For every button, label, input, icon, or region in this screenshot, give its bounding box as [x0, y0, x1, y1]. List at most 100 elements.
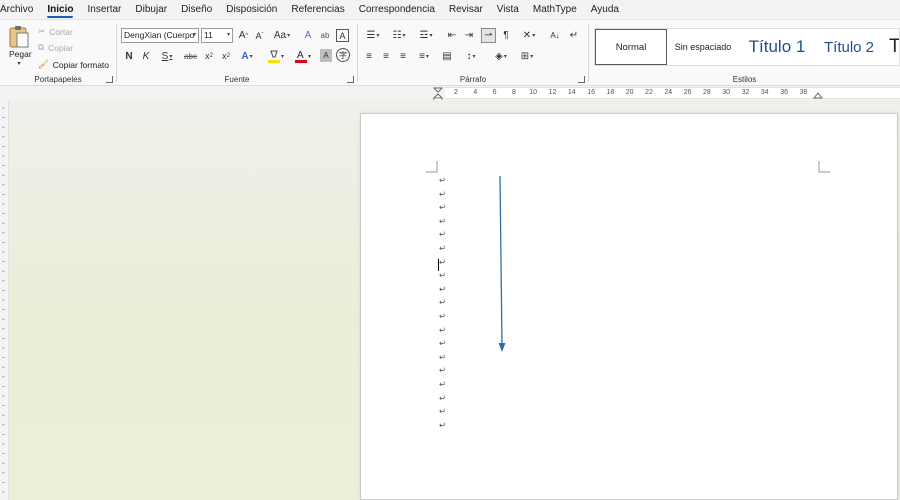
style-normal[interactable]: Normal — [595, 29, 667, 65]
decrease-indent-icon[interactable]: ⇤ — [445, 28, 459, 43]
font-launcher-icon[interactable]: . — [347, 76, 354, 83]
paragraph-mark: ↵ — [439, 298, 447, 309]
font-name-combo[interactable]: DengXian (Cuerpo ▾ — [121, 28, 199, 43]
ruler-label: 4 — [473, 89, 478, 96]
right-indent-marker-icon[interactable] — [813, 89, 823, 99]
ruler-label: 24 — [664, 89, 673, 96]
ruler-label: 38 — [799, 89, 808, 96]
text-effects-icon[interactable]: A ▾ — [237, 49, 257, 63]
chinese-layout-icon[interactable]: ✕ ▾ — [518, 28, 540, 43]
multilevel-list-icon[interactable]: ☲ ▾ — [415, 28, 437, 43]
style-heading-1[interactable]: Título 1 — [739, 29, 815, 65]
align-left-icon[interactable]: ≡ — [362, 49, 376, 63]
paragraph-mark: ↵ — [439, 257, 447, 268]
paragraph-mark: ↵ — [439, 325, 447, 336]
paragraph-launcher-icon[interactable]: . — [578, 76, 585, 83]
sort-icon[interactable]: A↓ — [548, 28, 562, 43]
font-name-value: DengXian (Cuerpo — [124, 30, 195, 40]
font-size-combo[interactable]: 11 ▾ — [201, 28, 233, 43]
paragraph-mark: ↵ — [439, 312, 447, 322]
tab-correspondencia[interactable]: Correspondencia — [352, 0, 442, 19]
menu-bar: Archivo Inicio Insertar Dibujar Diseño D… — [0, 0, 900, 19]
copy-label: Copiar — [48, 42, 74, 53]
paste-icon — [9, 26, 29, 48]
text-cursor — [438, 259, 439, 271]
cut-button[interactable]: ✂ Cortar — [38, 26, 73, 37]
clipboard-launcher-icon[interactable]: . — [106, 76, 113, 83]
distributed-icon[interactable]: ▤ — [440, 49, 454, 63]
copy-button[interactable]: ⧉ Copiar — [38, 42, 73, 53]
font-size-value: 11 — [204, 30, 213, 40]
tab-mathtype[interactable]: MathType — [526, 0, 584, 19]
ruler-label: 28 — [702, 89, 711, 96]
drawn-arrow[interactable] — [490, 170, 514, 360]
tab-disposicion[interactable]: Disposición — [219, 0, 284, 19]
cut-label: Cortar — [49, 26, 73, 37]
strikethrough-label: abc — [184, 51, 197, 61]
subscript-icon[interactable]: x2 — [203, 49, 215, 63]
ruler-label: 32 — [741, 89, 750, 96]
ruler-label: 34 — [760, 89, 769, 96]
tab-dibujar[interactable]: Dibujar — [128, 0, 174, 19]
rtl-direction-icon[interactable]: ¶ — [499, 28, 513, 43]
underline-button[interactable]: S ▾ — [157, 49, 177, 63]
ribbon: Pegar ▾ ✂ Cortar ⧉ Copiar 🖌 Copiar forma… — [0, 19, 900, 86]
style-no-spacing[interactable]: Sin espaciado — [667, 29, 739, 65]
bold-button[interactable]: N — [123, 49, 135, 63]
phonetic-guide-icon[interactable]: ab — [318, 28, 332, 43]
highlight-color-button[interactable]: ▾ — [265, 48, 287, 64]
tab-ayuda[interactable]: Ayuda — [584, 0, 626, 19]
shading-icon[interactable]: ◈ ▾ — [490, 49, 512, 63]
ruler-label: 14 — [567, 89, 576, 96]
paragraph-group-label: Párrafo — [459, 75, 487, 84]
paste-label: Pegar — [9, 49, 32, 59]
format-painter-button[interactable]: 🖌 Copiar formato — [38, 59, 109, 70]
tab-archivo[interactable]: Archivo — [0, 0, 40, 19]
bullets-icon[interactable]: ☰ ▾ — [362, 28, 384, 43]
grow-font-icon[interactable]: A ^ — [237, 28, 250, 43]
style-heading-2[interactable]: Título 2 — [815, 29, 883, 65]
character-shading-icon[interactable]: A — [320, 49, 332, 62]
font-color-button[interactable]: A ▾ — [292, 48, 314, 64]
ruler-label: 20 — [625, 89, 634, 96]
align-center-icon[interactable]: ≡ — [379, 49, 393, 63]
vertical-ruler — [0, 100, 9, 500]
italic-button[interactable]: K — [140, 49, 152, 63]
line-spacing-icon[interactable]: ↕ ▾ — [460, 49, 482, 63]
paragraph-mark: ↵ — [439, 244, 447, 254]
borders-icon[interactable]: ⊞ ▾ — [516, 49, 538, 63]
character-border-icon[interactable]: A — [336, 29, 349, 42]
paragraph-mark: ↵ — [439, 271, 447, 282]
show-marks-icon[interactable]: ↵ — [567, 28, 581, 43]
ruler-strip: 2 4 6 8 10 12 14 16 18 20 22 24 26 28 30 32 34 36 38 — [445, 87, 900, 99]
tab-insertar[interactable]: Insertar — [80, 0, 128, 19]
bold-label: N — [125, 50, 133, 62]
paragraph-mark: ↵ — [439, 380, 447, 390]
shrink-font-icon[interactable]: Aˇ — [253, 28, 266, 43]
tab-diseno[interactable]: Diseño — [174, 0, 219, 19]
paragraph-mark: ↵ — [439, 407, 447, 418]
change-case-icon[interactable]: Aa ▾ — [271, 28, 293, 43]
tab-revisar[interactable]: Revisar — [442, 0, 490, 19]
align-right-icon[interactable]: ≡ — [396, 49, 410, 63]
highlighter-icon — [267, 50, 280, 63]
enclose-characters-icon[interactable]: 字 — [336, 48, 350, 62]
strikethrough-button[interactable]: abc — [183, 49, 198, 63]
vertical-ruler-ticks — [2, 107, 5, 493]
font-group: DengXian (Cuerpo ▾ 11 ▾ A ^ Aˇ Aa ▾ A ab A N… — [117, 20, 357, 87]
ltr-direction-icon[interactable]: ⇀ — [481, 28, 496, 43]
indent-marker-icon[interactable] — [433, 87, 443, 101]
ruler-label: 16 — [587, 89, 595, 96]
tab-referencias[interactable]: Referencias — [284, 0, 351, 19]
numbering-icon[interactable]: ☷ ▾ — [388, 28, 410, 43]
tab-vista[interactable]: Vista — [490, 0, 526, 19]
paste-dropdown-icon[interactable]: ▾ — [15, 59, 23, 67]
tab-inicio[interactable]: Inicio — [40, 0, 80, 19]
superscript-icon[interactable]: x2 — [220, 49, 232, 63]
clear-formatting-icon[interactable]: A — [301, 28, 315, 43]
justify-icon[interactable]: ≡ ▾ — [413, 49, 435, 63]
style-title[interactable]: T — [883, 29, 899, 65]
ruler-label: 8 — [511, 89, 516, 96]
styles-group-label: Estilos — [732, 75, 757, 84]
increase-indent-icon[interactable]: ⇥ — [462, 28, 476, 43]
